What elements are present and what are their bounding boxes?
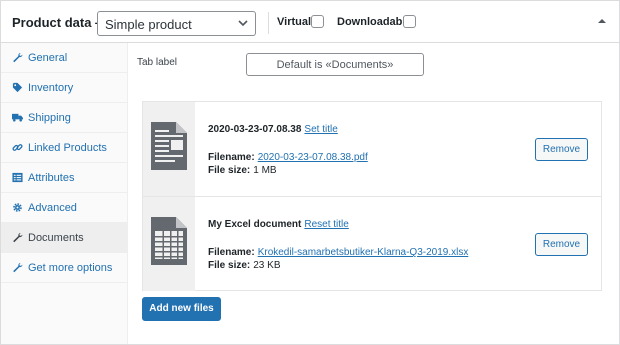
file-title: 2020-03-23-07.08.38 Set title — [208, 124, 338, 135]
sidebar-item-label: Linked Products — [28, 142, 107, 154]
file-size-value: 1 MB — [253, 165, 277, 176]
sidebar-item-shipping[interactable]: Shipping — [1, 103, 127, 133]
product-type-select[interactable]: Simple product — [97, 11, 256, 36]
virtual-label: Virtual: — [277, 16, 315, 28]
file-size-line: File size: 1 MB — [208, 165, 277, 176]
product-type-value: Simple product — [105, 17, 192, 32]
sidebar-item-inventory[interactable]: Inventory — [1, 73, 127, 103]
sidebar-item-attributes[interactable]: Attributes — [1, 163, 127, 193]
file-size-line: File size: 23 KB — [208, 260, 281, 271]
sidebar-item-label: Shipping — [28, 112, 71, 124]
product-data-tabs: General Inventory Shipping Linked Produc… — [1, 43, 128, 344]
file-thumbnail — [143, 197, 195, 291]
remove-file-button[interactable]: Remove — [535, 138, 588, 161]
virtual-checkbox[interactable] — [311, 15, 324, 28]
file-name-line: Filename: 2020-03-23-07.08.38.pdf — [208, 152, 368, 163]
sidebar-item-get-more-options[interactable]: Get more options — [1, 253, 127, 283]
sidebar-item-label: Advanced — [28, 202, 77, 214]
chevron-down-icon — [238, 20, 248, 27]
truck-icon — [12, 113, 23, 122]
link-icon — [12, 144, 23, 151]
collapse-arrow-icon[interactable] — [598, 17, 606, 25]
file-title-text: My Excel document — [208, 219, 302, 230]
document-icon — [151, 122, 187, 170]
document-row: 2020-03-23-07.08.38 Set title Filename: 20… — [143, 102, 601, 196]
filename-label: Filename: — [208, 152, 255, 163]
sidebar-item-label: General — [28, 52, 68, 64]
add-new-files-button[interactable]: Add new files — [142, 297, 221, 321]
file-size-value: 23 KB — [253, 260, 281, 271]
panel-header: Product data — Simple product Virtual: D… — [1, 1, 619, 43]
tab-label-input[interactable] — [246, 53, 424, 76]
wrench-icon — [13, 232, 23, 243]
file-name-line: Filename: Krokedil-samarbetsbutiker-Klarn… — [208, 247, 468, 258]
filesize-label: File size: — [208, 165, 251, 176]
sidebar-item-label: Attributes — [28, 172, 75, 184]
sidebar-item-label: Get more options — [28, 262, 113, 274]
file-name-link[interactable]: 2020-03-23-07.08.38.pdf — [258, 152, 368, 163]
header-divider — [268, 12, 269, 34]
panel-title: Product data — — [12, 15, 109, 30]
filesize-label: File size: — [208, 260, 251, 271]
sidebar-item-label: Documents — [28, 232, 84, 244]
sidebar-item-advanced[interactable]: Advanced — [1, 193, 127, 223]
file-title: My Excel document Reset title — [208, 219, 349, 230]
filename-label: Filename: — [208, 247, 255, 258]
sidebar-item-general[interactable]: General — [1, 43, 127, 73]
file-name-link[interactable]: Krokedil-samarbetsbutiker-Klarna-Q3-2019… — [258, 247, 469, 258]
product-data-panel: Product data — Simple product Virtual: D… — [0, 0, 620, 345]
document-list: 2020-03-23-07.08.38 Set title Filename: 20… — [142, 101, 602, 291]
sidebar-item-label: Inventory — [28, 82, 74, 94]
file-thumbnail — [143, 102, 195, 196]
file-title-text: 2020-03-23-07.08.38 — [208, 124, 302, 135]
set-title-link[interactable]: Set title — [304, 124, 337, 135]
remove-file-button[interactable]: Remove — [535, 233, 588, 256]
downloadable-checkbox[interactable] — [403, 15, 416, 28]
sidebar-item-linked-products[interactable]: Linked Products — [1, 133, 127, 163]
gear-icon — [13, 203, 22, 212]
wrench-icon — [13, 262, 23, 273]
list-icon — [12, 172, 23, 183]
sidebar-item-documents[interactable]: Documents — [1, 223, 127, 253]
reset-title-link[interactable]: Reset title — [304, 219, 348, 230]
wrench-icon — [13, 52, 23, 63]
spreadsheet-icon — [151, 217, 187, 265]
tag-icon — [12, 82, 23, 93]
document-row: My Excel document Reset title Filename: Kr… — [143, 196, 601, 291]
tab-label-text: Tab label — [137, 57, 178, 68]
